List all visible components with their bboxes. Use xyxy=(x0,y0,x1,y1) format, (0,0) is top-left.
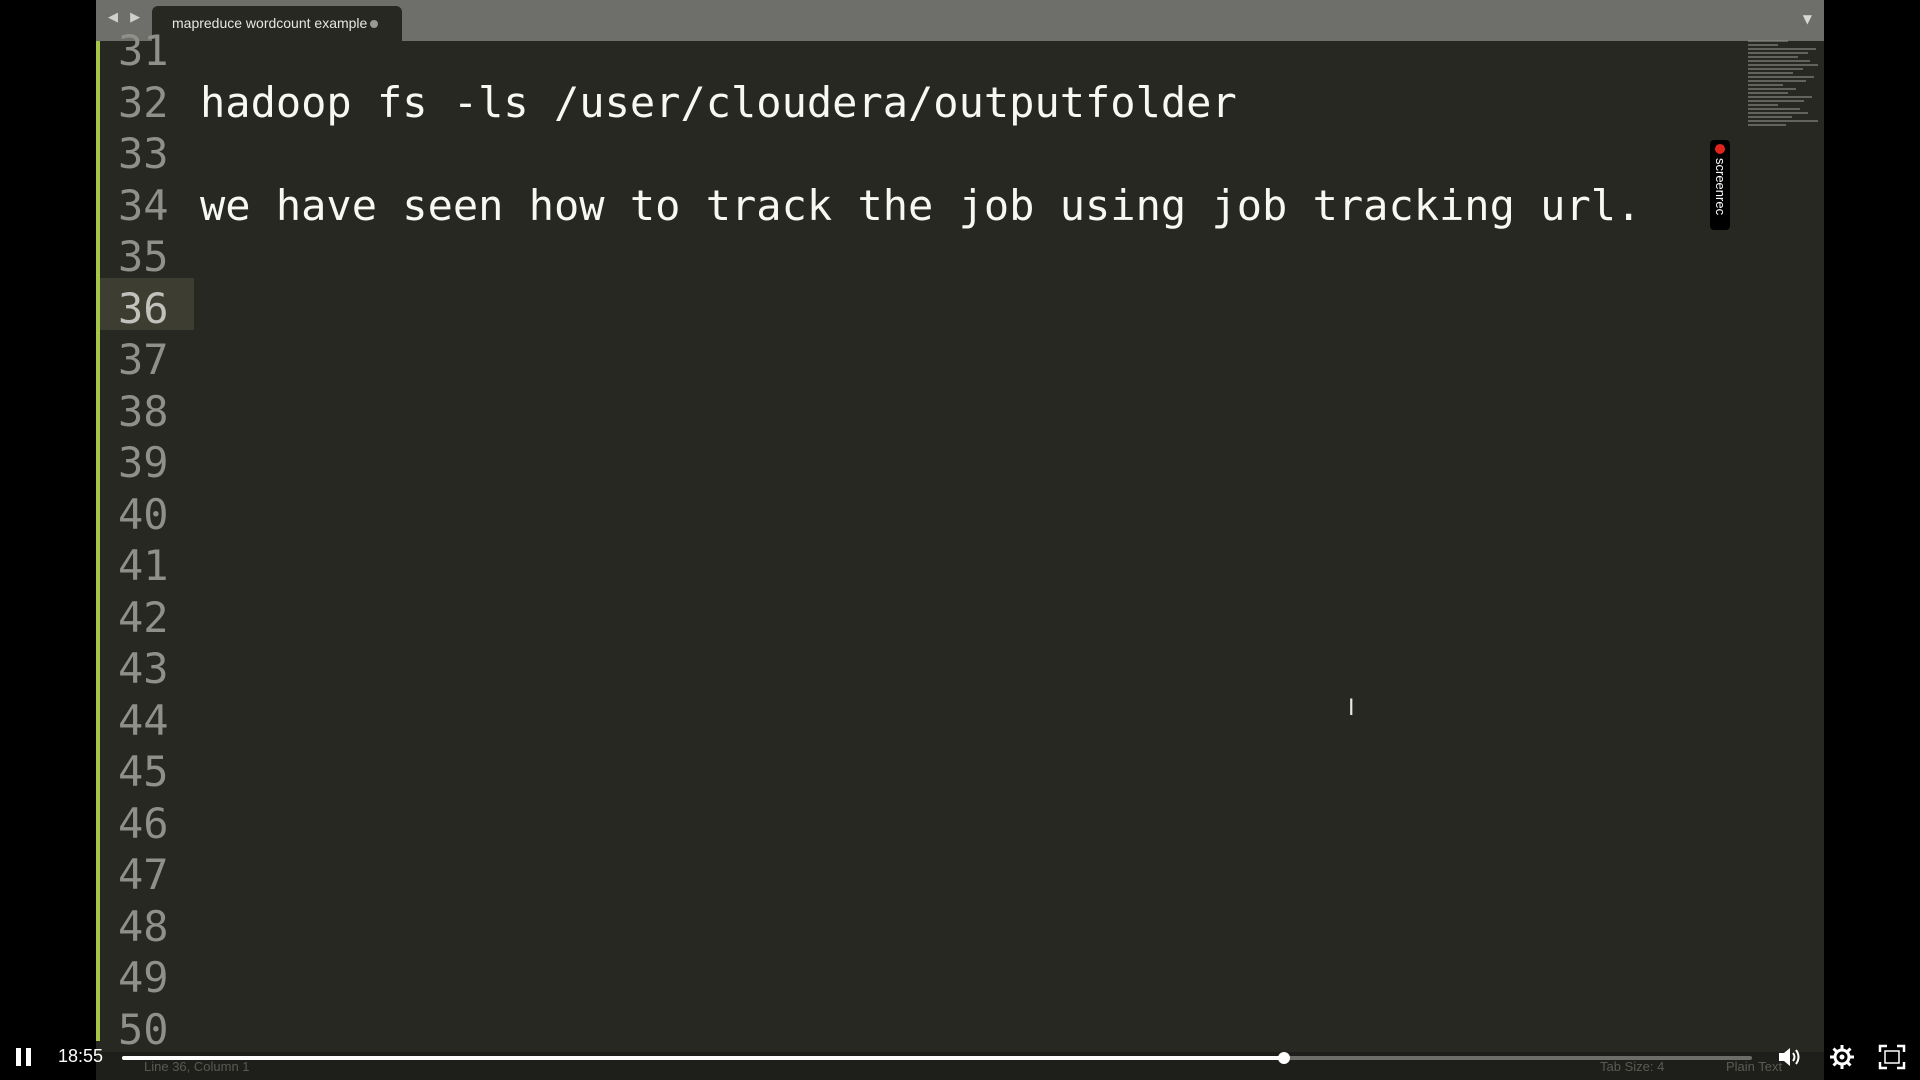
minimap-row xyxy=(1748,92,1788,94)
minimap-row xyxy=(1748,52,1808,54)
editor-line[interactable]: 35 xyxy=(96,231,1736,283)
minimap-row xyxy=(1748,56,1798,58)
editor-line[interactable]: 49 xyxy=(96,952,1736,1004)
editor-line[interactable]: 48 xyxy=(96,901,1736,953)
minimap-row xyxy=(1748,104,1778,106)
settings-button[interactable] xyxy=(1829,1044,1855,1070)
line-number: 34 xyxy=(118,180,169,230)
line-number: 31 xyxy=(118,26,169,75)
minimap-row xyxy=(1748,76,1814,78)
pause-button[interactable] xyxy=(16,1048,32,1066)
line-number: 41 xyxy=(118,541,169,590)
minimap-row xyxy=(1748,80,1806,82)
editor-line[interactable]: 39 xyxy=(96,437,1736,489)
minimap-row xyxy=(1748,84,1783,86)
line-number: 39 xyxy=(118,438,169,487)
gear-icon xyxy=(1830,1045,1854,1069)
editor-line[interactable]: 47 xyxy=(96,849,1736,901)
fullscreen-button[interactable] xyxy=(1878,1044,1906,1070)
minimap-row xyxy=(1748,48,1816,50)
editor-line[interactable]: 42 xyxy=(96,592,1736,644)
text-cursor-icon: I xyxy=(1348,696,1355,721)
editor-window: ◀ ▶ mapreduce wordcount example ▼ 31 32 ha… xyxy=(96,0,1824,1080)
fullscreen-icon xyxy=(1878,1044,1906,1070)
minimap-row xyxy=(1748,60,1810,62)
minimap-row xyxy=(1748,72,1793,74)
editor-line[interactable]: 43 xyxy=(96,643,1736,695)
screenrec-label: screenrec xyxy=(1713,158,1728,216)
line-number: 46 xyxy=(118,798,169,848)
pause-icon xyxy=(16,1048,21,1066)
line-number: 40 xyxy=(118,489,169,539)
line-number: 33 xyxy=(118,129,169,178)
minimap-row xyxy=(1748,40,1788,42)
letterbox-left xyxy=(0,0,96,1080)
editor-line[interactable]: 34 we have seen how to track the job usin… xyxy=(96,180,1736,232)
tab-overflow-icon[interactable]: ▼ xyxy=(1803,12,1812,26)
line-number: 35 xyxy=(118,232,169,281)
volume-icon xyxy=(1779,1048,1800,1066)
line-number: 42 xyxy=(118,592,169,642)
line-number: 43 xyxy=(118,644,169,693)
minimap-row xyxy=(1748,112,1808,114)
line-number: 48 xyxy=(118,901,169,951)
volume-button[interactable] xyxy=(1776,1044,1802,1070)
minimap-row xyxy=(1748,120,1818,122)
line-number: 38 xyxy=(118,386,169,436)
editor-line[interactable]: 38 xyxy=(96,386,1736,438)
progress-handle[interactable] xyxy=(1278,1052,1291,1064)
line-number: 36 xyxy=(118,283,169,333)
minimap-row xyxy=(1748,96,1812,98)
minimap-row xyxy=(1748,116,1792,118)
editor-line[interactable]: 37 xyxy=(96,334,1736,386)
minimap[interactable] xyxy=(1748,40,1820,140)
editor-line[interactable]: 41 xyxy=(96,540,1736,592)
minimap-row xyxy=(1748,100,1804,102)
line-number: 32 xyxy=(118,77,169,127)
editor-line[interactable]: 33 xyxy=(96,128,1736,180)
editor-line[interactable]: 44 xyxy=(96,695,1736,747)
line-text: hadoop fs -ls /user/cloudera/outputfolde… xyxy=(200,77,1237,127)
line-number: 37 xyxy=(118,335,169,384)
editor-line[interactable]: 46 xyxy=(96,798,1736,850)
minimap-row xyxy=(1748,88,1796,90)
editor-line[interactable]: 32 hadoop fs -ls /user/cloudera/outputfol… xyxy=(96,77,1736,129)
line-number: 47 xyxy=(118,850,169,899)
minimap-row xyxy=(1748,108,1800,110)
progress-slider[interactable] xyxy=(122,1052,1752,1064)
record-dot-icon xyxy=(1715,144,1725,154)
minimap-row xyxy=(1748,44,1778,46)
editor-line[interactable]: 36 xyxy=(96,283,1736,335)
editor-line[interactable]: 31 xyxy=(96,25,1736,77)
line-number: 44 xyxy=(118,695,169,745)
editor-line[interactable]: 45 xyxy=(96,746,1736,798)
progress-fill xyxy=(122,1056,1285,1060)
code-area[interactable]: 31 32 hadoop fs -ls /user/cloudera/outputf… xyxy=(96,0,1736,1054)
minimap-row xyxy=(1748,124,1786,126)
line-text: we have seen how to track the job using … xyxy=(200,180,1642,230)
video-player-controls: 18:55 xyxy=(0,1032,1920,1080)
letterbox-right xyxy=(1824,0,1920,1080)
pause-icon-bar xyxy=(26,1048,31,1066)
editor-line[interactable]: 40 xyxy=(96,489,1736,541)
line-number: 45 xyxy=(118,747,169,796)
minimap-row xyxy=(1748,64,1818,66)
elapsed-time: 18:55 xyxy=(58,1046,104,1066)
screenrec-watermark: screenrec xyxy=(1710,140,1730,230)
minimap-row xyxy=(1748,68,1803,70)
line-number: 49 xyxy=(118,953,169,1002)
